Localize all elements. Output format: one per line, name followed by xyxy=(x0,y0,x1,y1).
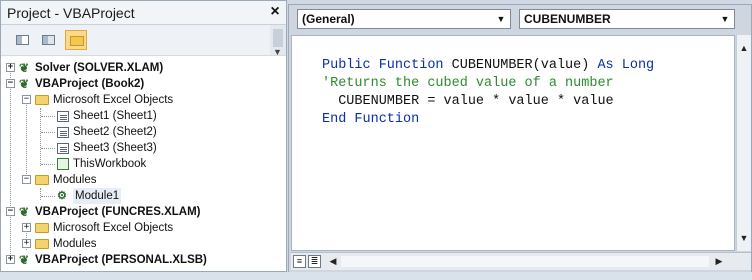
scroll-right-icon[interactable]: ▶ xyxy=(713,255,725,268)
worksheet-icon xyxy=(57,111,69,122)
tree-item-label: ThisWorkbook xyxy=(73,158,147,170)
tree-item-funcres-modules[interactable]: + Modules xyxy=(1,236,281,252)
scroll-track[interactable] xyxy=(341,256,709,267)
tree-item-funcres-excel-objects[interactable]: + Microsoft Excel Objects xyxy=(1,220,281,236)
code-keyword: Public Function xyxy=(322,58,452,73)
tree-item-sheet3[interactable]: Sheet3 (Sheet3) xyxy=(1,140,281,156)
code-line: Public Function CUBENUMBER(value) As Lon… xyxy=(322,58,654,73)
code-window: (General) ▼ CUBENUMBER ▼ Public Function… xyxy=(288,4,752,274)
folder-icon xyxy=(35,223,49,233)
editor-horizontal-scrollbar[interactable]: ≡ ≣ ◀ ▶ xyxy=(291,252,751,270)
tree-item-label: Microsoft Excel Objects xyxy=(53,222,174,234)
view-object-button[interactable] xyxy=(37,30,59,50)
tree-item-label: Solver (SOLVER.XLAM) xyxy=(35,62,164,74)
project-explorer-titlebar: Project - VBAProject × xyxy=(1,1,286,25)
chevron-down-icon[interactable]: ▼ xyxy=(718,11,732,27)
vba-project-icon: ❦ xyxy=(19,77,30,91)
tree-item-label: VBAProject (FUNCRES.XLAM) xyxy=(35,206,201,218)
code-text: CUBENUMBER(value) xyxy=(451,58,598,73)
tree-item-label: Sheet3 (Sheet3) xyxy=(73,142,157,154)
toggle-folders-button[interactable] xyxy=(65,30,87,50)
scroll-up-icon[interactable]: ▲ xyxy=(739,43,749,53)
vba-project-icon: ❦ xyxy=(19,253,30,267)
tree-item-thisworkbook[interactable]: ThisWorkbook xyxy=(1,156,281,172)
view-object-icon xyxy=(42,35,55,45)
vba-project-icon: ❦ xyxy=(19,205,30,219)
collapse-icon[interactable]: − xyxy=(22,95,31,104)
scroll-thumb[interactable] xyxy=(273,29,283,47)
tree-item-label: Sheet1 (Sheet1) xyxy=(73,110,157,122)
tree-item-solver[interactable]: + ❦ Solver (SOLVER.XLAM) xyxy=(1,60,281,76)
project-explorer-title: Project - VBAProject xyxy=(7,5,135,21)
folder-icon xyxy=(35,239,49,249)
worksheet-icon xyxy=(57,143,69,154)
toggle-folders-icon xyxy=(70,36,84,46)
tree-item-label: Microsoft Excel Objects xyxy=(53,94,174,106)
procedure-dropdown-value: CUBENUMBER xyxy=(524,12,611,26)
collapse-icon[interactable]: − xyxy=(6,207,15,216)
tree-item-sheet1[interactable]: Sheet1 (Sheet1) xyxy=(1,108,281,124)
scroll-down-icon[interactable]: ▼ xyxy=(739,233,749,243)
expand-icon[interactable]: + xyxy=(22,239,31,248)
bottom-strip xyxy=(0,272,752,280)
tree-item-modules[interactable]: − Modules xyxy=(1,172,281,188)
tree-item-label: VBAProject (Book2) xyxy=(35,78,145,90)
tree-line xyxy=(41,148,55,149)
tree-line xyxy=(41,116,55,117)
code-keyword: As Long xyxy=(597,58,655,73)
folder-open-icon xyxy=(35,95,49,105)
tree-item-label: Modules xyxy=(53,238,97,250)
vba-project-icon: ❦ xyxy=(19,61,30,75)
procedure-dropdown[interactable]: CUBENUMBER ▼ xyxy=(519,9,735,29)
vba-editor: Project - VBAProject × ▼ + ❦ Solver (SOL… xyxy=(0,0,752,280)
collapse-icon[interactable]: − xyxy=(6,79,15,88)
expand-icon[interactable]: + xyxy=(6,63,15,72)
tree-line xyxy=(41,132,55,133)
expand-icon[interactable]: + xyxy=(22,223,31,232)
project-tree: + ❦ Solver (SOLVER.XLAM) − ❦ VBAProject … xyxy=(1,55,286,271)
procedure-view-button[interactable]: ≡ xyxy=(293,255,306,268)
project-explorer-toolbar xyxy=(1,25,286,55)
project-explorer-pane: Project - VBAProject × ▼ + ❦ Solver (SOL… xyxy=(0,0,287,272)
tree-item-funcres[interactable]: − ❦ VBAProject (FUNCRES.XLAM) xyxy=(1,204,281,220)
tree-item-label: VBAProject (PERSONAL.XLSB) xyxy=(35,254,207,266)
tree-item-label: Modules xyxy=(53,174,97,186)
editor-vertical-scrollbar[interactable]: ▲ ▼ xyxy=(736,35,751,251)
chevron-down-icon[interactable]: ▼ xyxy=(494,11,508,27)
tree-item-personal[interactable]: + ❦ VBAProject (PERSONAL.XLSB) xyxy=(1,252,281,268)
tree-item-book2[interactable]: − ❦ VBAProject (Book2) xyxy=(1,76,281,92)
toolbar-scroll[interactable]: ▼ xyxy=(270,25,286,57)
tree-item-sheet2[interactable]: Sheet2 (Sheet2) xyxy=(1,124,281,140)
module-icon: ⚙ xyxy=(57,190,67,202)
code-keyword: End Function xyxy=(322,112,420,127)
tree-item-label: Module1 xyxy=(73,188,122,204)
folder-open-icon xyxy=(35,175,49,185)
view-code-button[interactable] xyxy=(11,30,33,50)
full-module-view-button[interactable]: ≣ xyxy=(308,255,321,268)
object-dropdown[interactable]: (General) ▼ xyxy=(297,9,511,29)
view-code-icon xyxy=(16,35,29,45)
tree-item-excel-objects[interactable]: − Microsoft Excel Objects xyxy=(1,92,281,108)
scroll-left-icon[interactable]: ◀ xyxy=(327,255,339,268)
tree-item-label: Sheet2 (Sheet2) xyxy=(73,126,157,138)
tree-item-module1[interactable]: ⚙ Module1 xyxy=(1,188,281,204)
object-dropdown-value: (General) xyxy=(302,12,355,26)
tree-line xyxy=(41,196,55,197)
tree-line xyxy=(41,164,55,165)
workbook-icon xyxy=(57,158,69,170)
code-line: CUBENUMBER = value * value * value xyxy=(322,94,614,109)
expand-icon[interactable]: + xyxy=(6,255,15,264)
worksheet-icon xyxy=(57,127,69,138)
code-editor[interactable]: Public Function CUBENUMBER(value) As Lon… xyxy=(291,35,735,251)
close-icon[interactable]: × xyxy=(266,2,284,22)
code-comment: 'Returns the cubed value of a number xyxy=(322,76,614,91)
collapse-icon[interactable]: − xyxy=(22,175,31,184)
